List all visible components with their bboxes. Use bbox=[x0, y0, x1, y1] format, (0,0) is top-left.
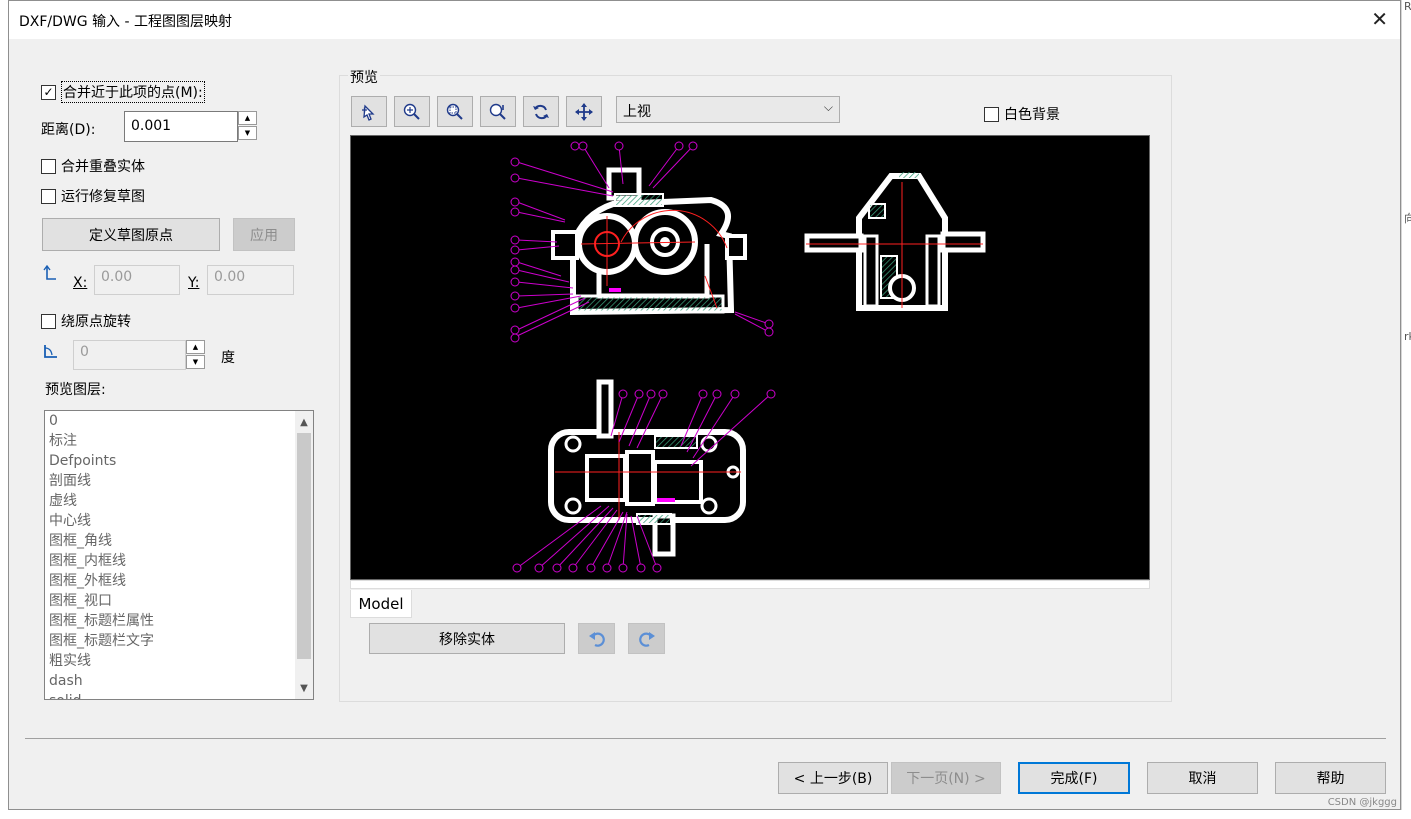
layer-list-item[interactable]: Defpoints bbox=[45, 451, 313, 471]
background-text: 向 bbox=[1404, 212, 1411, 225]
undo-button[interactable] bbox=[578, 623, 615, 654]
chevron-down-icon: ⌵ bbox=[823, 100, 833, 114]
zoom-fit-icon bbox=[489, 103, 506, 120]
merge-points-checkbox[interactable]: ✓ 合并近于此项的点(M): bbox=[41, 81, 205, 103]
define-origin-button[interactable]: 定义草图原点 bbox=[42, 218, 220, 251]
layer-list-item[interactable]: 图框_角线 bbox=[45, 531, 313, 551]
refresh-icon bbox=[533, 104, 549, 119]
side-view-drawing bbox=[804, 172, 986, 311]
layer-list-item[interactable]: 虚线 bbox=[45, 491, 313, 511]
layer-list-item[interactable]: 图框_内框线 bbox=[45, 551, 313, 571]
rotate-view-button[interactable] bbox=[523, 96, 559, 127]
white-background-checkbox[interactable]: 白色背景 bbox=[984, 104, 1060, 124]
angle-spinner[interactable]: ▲ ▼ bbox=[186, 340, 205, 369]
rotate-origin-label: 绕原点旋转 bbox=[61, 314, 131, 330]
layer-list-item[interactable]: solid bbox=[45, 691, 313, 699]
preview-horizontal-scrollbar[interactable] bbox=[350, 580, 1150, 589]
distance-spinner[interactable]: ▲ ▼ bbox=[238, 111, 257, 140]
checkbox-box[interactable] bbox=[41, 158, 56, 174]
checkbox-check-icon[interactable]: ✓ bbox=[41, 84, 56, 100]
view-orientation-value: 上视 bbox=[623, 104, 651, 120]
layer-list-item[interactable]: 中心线 bbox=[45, 511, 313, 531]
front-view-drawing bbox=[551, 167, 747, 316]
merge-overlap-label: 合并重叠实体 bbox=[61, 159, 145, 175]
close-icon[interactable]: ✕ bbox=[1371, 7, 1388, 31]
layer-list-item[interactable]: dash bbox=[45, 671, 313, 691]
y-input[interactable]: 0.00 bbox=[207, 265, 294, 295]
select-cursor-icon bbox=[362, 104, 375, 121]
pan-button[interactable] bbox=[566, 96, 602, 127]
title-bar: DXF/DWG 输入 - 工程图图层映射 ✕ bbox=[9, 1, 1400, 39]
cancel-button[interactable]: 取消 bbox=[1147, 762, 1258, 794]
spin-down-icon[interactable]: ▼ bbox=[186, 355, 205, 369]
help-button[interactable]: 帮助 bbox=[1275, 762, 1386, 794]
spin-up-icon[interactable]: ▲ bbox=[186, 340, 205, 354]
zoom-window-button[interactable] bbox=[437, 96, 473, 127]
redo-button[interactable] bbox=[628, 623, 665, 654]
x-label: X: bbox=[73, 275, 88, 291]
layer-mapping-dialog: DXF/DWG 输入 - 工程图图层映射 ✕ ✓ 合并近于此项的点(M): 距离… bbox=[8, 0, 1401, 810]
drawing-preview-canvas[interactable] bbox=[350, 135, 1150, 580]
apply-button[interactable]: 应用 bbox=[233, 218, 295, 251]
footer-separator bbox=[25, 738, 1386, 739]
cad-drawing bbox=[510, 141, 986, 573]
layer-list-item[interactable]: 粗实线 bbox=[45, 651, 313, 671]
background-window-edge bbox=[1401, 0, 1411, 819]
rotate-origin-checkbox[interactable]: 绕原点旋转 bbox=[41, 311, 131, 331]
background-window-bottom bbox=[1250, 810, 1411, 819]
checkbox-box[interactable] bbox=[984, 106, 999, 122]
select-tool-button[interactable] bbox=[351, 96, 387, 127]
layers-listbox[interactable]: 0 标注 Defpoints 剖面线 虚线 中心线 图框_角线 图框_内框线 图框_外框线 图框_… bbox=[44, 410, 314, 700]
layer-list-item[interactable]: 图框_外框线 bbox=[45, 571, 313, 591]
layer-list-item[interactable]: 0 bbox=[45, 411, 313, 431]
layers-scrollbar[interactable]: ▲ ▼ bbox=[295, 411, 313, 699]
redo-icon bbox=[638, 631, 655, 647]
layer-list-item[interactable]: 图框_标题栏文字 bbox=[45, 631, 313, 651]
angle-input[interactable]: 0 bbox=[73, 340, 186, 370]
background-text: R bbox=[1404, 0, 1411, 13]
merge-points-label: 合并近于此项的点(M): bbox=[61, 81, 205, 103]
angle-unit-label: 度 bbox=[221, 350, 235, 366]
spin-down-icon[interactable]: ▼ bbox=[238, 126, 257, 140]
preview-layers-label: 预览图层: bbox=[45, 382, 106, 398]
run-repair-label: 运行修复草图 bbox=[61, 189, 145, 205]
checkbox-box[interactable] bbox=[41, 313, 56, 329]
zoom-in-button[interactable] bbox=[394, 96, 430, 127]
distance-input[interactable]: 0.001 bbox=[124, 111, 238, 142]
next-button[interactable]: 下一页(N) > bbox=[891, 762, 1001, 794]
scroll-up-icon[interactable]: ▲ bbox=[295, 413, 313, 431]
finish-button[interactable]: 完成(F) bbox=[1018, 762, 1130, 794]
checkbox-box[interactable] bbox=[41, 188, 56, 204]
window-title: DXF/DWG 输入 - 工程图图层映射 bbox=[19, 14, 233, 30]
top-view-drawing bbox=[548, 379, 746, 557]
merge-overlap-checkbox[interactable]: 合并重叠实体 bbox=[41, 156, 145, 176]
scroll-thumb[interactable] bbox=[297, 433, 311, 659]
pan-arrows-icon bbox=[575, 102, 593, 121]
layers-list: 0 标注 Defpoints 剖面线 虚线 中心线 图框_角线 图框_内框线 图框_外框线 图框_… bbox=[45, 411, 313, 699]
axis-origin-icon bbox=[43, 264, 57, 287]
rotate-angle-icon bbox=[41, 342, 59, 364]
white-background-label: 白色背景 bbox=[1004, 107, 1060, 123]
zoom-fit-button[interactable] bbox=[480, 96, 516, 127]
spin-up-icon[interactable]: ▲ bbox=[238, 111, 257, 125]
undo-icon bbox=[588, 631, 605, 647]
distance-label: 距离(D): bbox=[41, 122, 96, 138]
y-label: Y: bbox=[188, 275, 200, 291]
zoom-in-icon bbox=[403, 103, 420, 120]
x-input[interactable]: 0.00 bbox=[94, 265, 180, 295]
run-repair-checkbox[interactable]: 运行修复草图 bbox=[41, 186, 145, 206]
layer-list-item[interactable]: 图框_视口 bbox=[45, 591, 313, 611]
watermark-text: CSDN @jkggg bbox=[1327, 797, 1397, 808]
back-button[interactable]: < 上一步(B) bbox=[778, 762, 888, 794]
remove-entity-button[interactable]: 移除实体 bbox=[369, 623, 565, 654]
tab-model[interactable]: Model bbox=[350, 590, 412, 618]
scroll-down-icon[interactable]: ▼ bbox=[295, 679, 313, 697]
layer-list-item[interactable]: 剖面线 bbox=[45, 471, 313, 491]
view-orientation-select[interactable]: 上视 ⌵ bbox=[616, 96, 840, 123]
preview-group-label: 预览 bbox=[348, 67, 380, 87]
layer-list-item[interactable]: 标注 bbox=[45, 431, 313, 451]
layer-list-item[interactable]: 图框_标题栏属性 bbox=[45, 611, 313, 631]
background-text: rk bbox=[1404, 330, 1411, 343]
zoom-window-icon bbox=[446, 103, 463, 120]
